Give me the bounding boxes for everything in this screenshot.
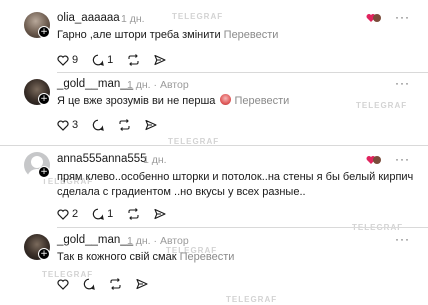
translate-link[interactable]: Перевести	[224, 29, 279, 41]
reactions-icon	[366, 156, 381, 164]
username[interactable]: _gold__man__	[57, 78, 133, 90]
comment-actions	[57, 278, 162, 290]
comment-icon	[92, 208, 104, 220]
more-options-icon[interactable]: ···	[395, 10, 410, 24]
timestamp: 1 дн.	[121, 13, 145, 25]
send-icon	[154, 208, 166, 220]
comment-actions: 3	[57, 119, 171, 131]
repost-button[interactable]	[118, 119, 131, 131]
more-options-icon[interactable]: ···	[395, 152, 410, 166]
divider	[57, 72, 428, 73]
watermark: TELEGRAF	[172, 12, 224, 21]
translate-link[interactable]: Перевести	[235, 95, 290, 107]
comment-icon	[92, 54, 104, 66]
timestamp: 1 дн.	[143, 154, 167, 166]
follow-plus-icon[interactable]: +	[38, 166, 50, 178]
heart-icon	[57, 54, 69, 66]
like-button[interactable]	[57, 278, 69, 290]
like-button[interactable]: 2	[57, 208, 78, 220]
share-button[interactable]	[145, 119, 157, 131]
follow-plus-icon[interactable]: +	[38, 93, 50, 105]
watermark: TELEGRAF	[226, 295, 278, 304]
share-button[interactable]	[136, 278, 148, 290]
comment-actions: 2 1	[57, 208, 180, 220]
share-button[interactable]	[154, 54, 166, 66]
comment-actions: 9 1	[57, 54, 180, 66]
username[interactable]: olia_aaaaaa	[57, 12, 120, 24]
repost-icon	[128, 208, 139, 220]
emoji-icon	[220, 94, 232, 105]
like-button[interactable]: 3	[57, 119, 78, 131]
username[interactable]: anna555anna555	[57, 153, 147, 165]
author-label: Автор	[159, 235, 189, 247]
send-icon	[154, 54, 166, 66]
heart-icon	[57, 208, 69, 220]
comment-icon	[92, 119, 104, 131]
comment-text: Я це вже зрозумів ви не перша Перевести	[57, 94, 290, 107]
timestamp: 1 дн. · Автор	[127, 79, 189, 91]
like-count: 9	[72, 54, 79, 66]
follow-plus-icon[interactable]: +	[38, 26, 50, 38]
comment-text: Гарно ,але штори треба змінити Перевести	[57, 29, 279, 41]
username[interactable]: _gold__man__	[57, 234, 133, 246]
repost-icon	[128, 54, 139, 66]
reply-button[interactable]	[83, 278, 95, 290]
send-icon	[136, 278, 148, 290]
reply-button[interactable]	[92, 119, 104, 131]
repost-button[interactable]	[127, 54, 140, 66]
repost-icon	[119, 119, 130, 131]
reply-count: 1	[107, 54, 114, 66]
heart-icon	[57, 119, 69, 131]
more-options-icon[interactable]: ···	[395, 232, 410, 246]
like-button[interactable]: 9	[57, 54, 78, 66]
timestamp: 1 дн. · Автор	[127, 235, 189, 247]
author-label: Автор	[159, 79, 189, 91]
reply-button[interactable]: 1	[92, 54, 113, 66]
repost-button[interactable]	[109, 278, 122, 290]
more-options-icon[interactable]: ···	[395, 76, 410, 90]
comment-text: Так в кожного свій смак Перевести	[57, 251, 235, 263]
send-icon	[145, 119, 157, 131]
reactions-icon	[366, 14, 381, 22]
repost-button[interactable]	[127, 208, 140, 220]
reply-count: 1	[107, 208, 114, 220]
watermark: TELEGRAF	[356, 101, 408, 110]
comment-text: прям клево..особенно шторки и потолок..н…	[57, 171, 414, 198]
divider	[0, 145, 428, 146]
heart-icon	[57, 278, 69, 290]
comment-icon	[83, 278, 95, 290]
divider	[57, 227, 428, 228]
repost-icon	[110, 278, 121, 290]
share-button[interactable]	[154, 208, 166, 220]
like-count: 3	[72, 119, 79, 131]
like-count: 2	[72, 208, 79, 220]
translate-link[interactable]: Перевести	[180, 251, 235, 263]
reply-button[interactable]: 1	[92, 208, 113, 220]
follow-plus-icon[interactable]: +	[38, 248, 50, 260]
